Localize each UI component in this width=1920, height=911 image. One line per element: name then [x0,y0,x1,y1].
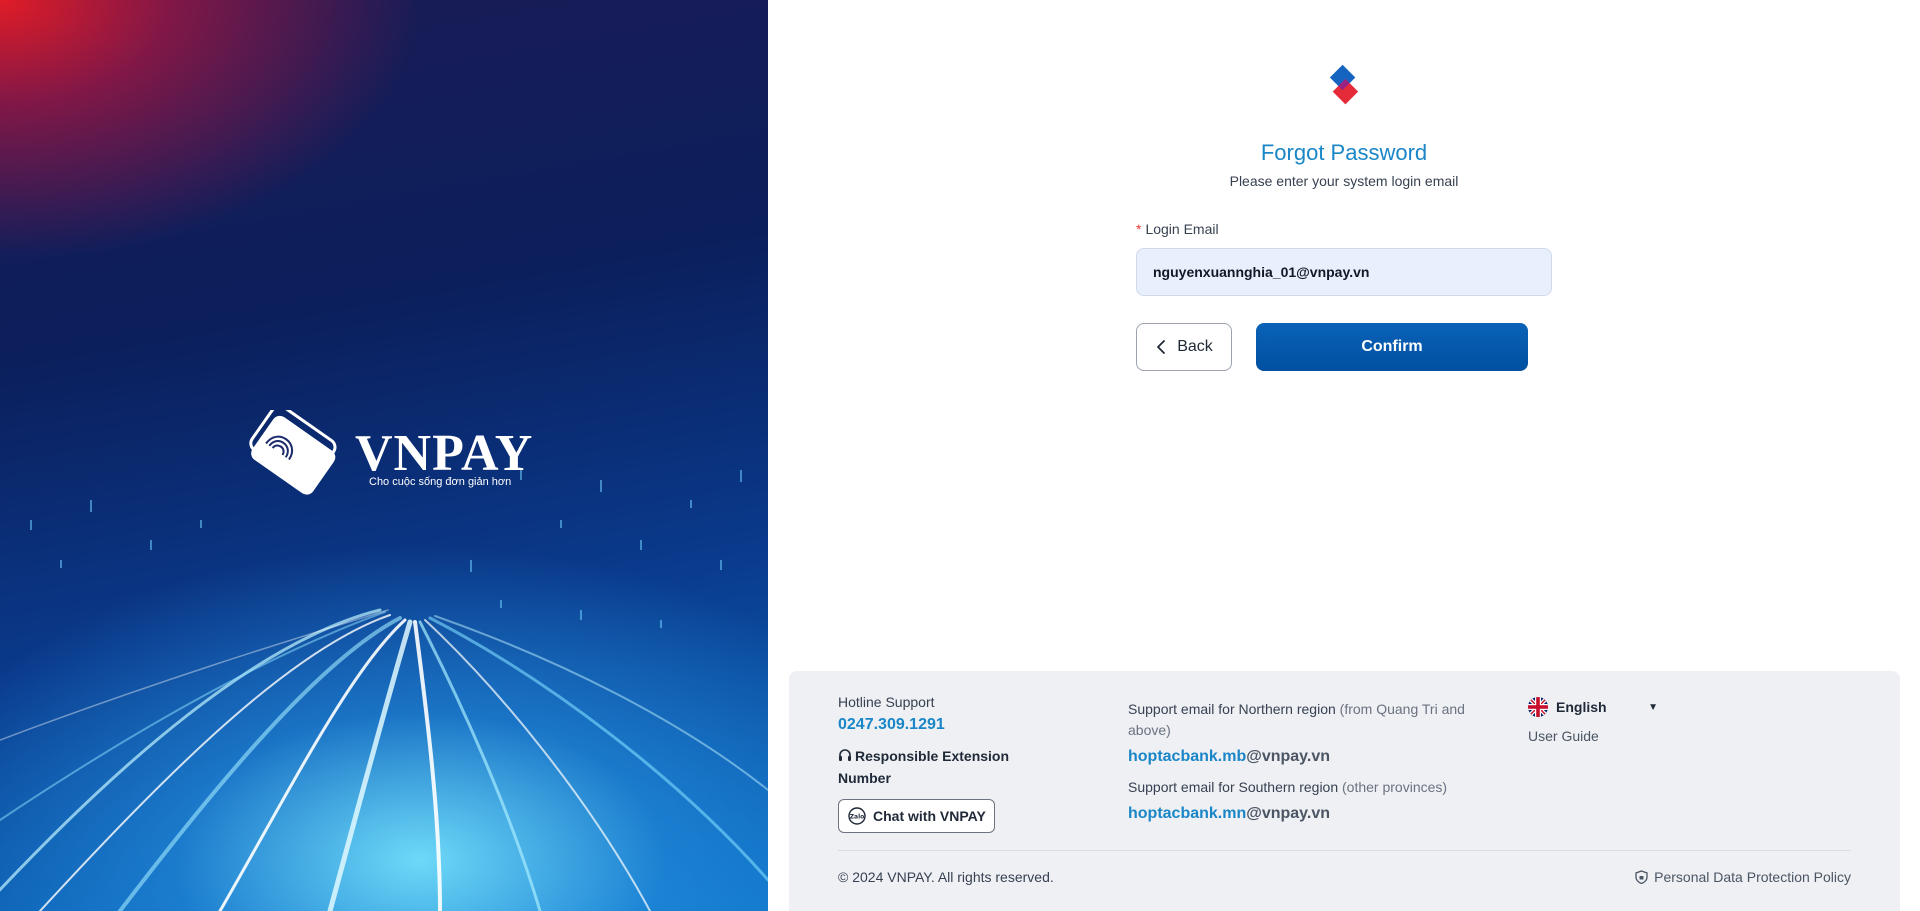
fingerprint-card-icon [249,410,337,495]
footer: Hotline Support 0247.309.1291 Responsibl… [789,671,1900,911]
chevron-left-icon [1157,340,1166,354]
south-email-user: hoptacbank.mn [1128,805,1247,822]
shield-icon [1635,870,1648,884]
page-title: Forgot Password [1260,140,1428,165]
hero-panel: VNPAY Cho cuộc sống đơn giản hơn [0,0,768,911]
zalo-icon: Zalo [848,807,866,825]
north-support-label-text: Support email for Northern region [1128,701,1336,717]
uk-flag-icon [1528,697,1548,717]
south-support-email[interactable]: hoptacbank.mn@vnpay.vn [1128,805,1330,823]
chat-button-label: Chat with VNPAY [873,808,986,824]
language-label: English [1556,699,1607,715]
extension-label-text: Responsible Extension Number [838,748,1010,786]
required-mark: * [1136,221,1142,237]
vnpay-logo-icon [1329,64,1359,105]
south-support-label: Support email for Southern region (other… [1128,779,1447,795]
south-support-label-text: Support email for Southern region [1128,779,1339,795]
email-label-text: Login Email [1145,221,1219,237]
hotline-number[interactable]: 0247.309.1291 [838,716,945,734]
south-support-note: (other provinces) [1342,779,1448,795]
language-selector[interactable]: English ▼ [1528,697,1658,717]
north-email-domain: @vnpay.vn [1246,748,1331,765]
user-guide-link[interactable]: User Guide [1528,728,1599,744]
brand-wordmark: VNPAY [355,425,534,482]
north-support-email[interactable]: hoptacbank.mb@vnpay.vn [1128,748,1330,766]
footer-divider [838,850,1851,851]
vnpay-brand-logo: VNPAY Cho cuộc sống đơn giản hơn [240,410,534,500]
extension-label: Responsible Extension Number [838,745,1038,789]
chat-with-vnpay-button[interactable]: Zalo Chat with VNPAY [838,799,995,833]
copyright: © 2024 VNPAY. All rights reserved. [838,869,1054,885]
brand-tagline: Cho cuộc sống đơn giản hơn [369,476,512,488]
zalo-icon-text: Zalo [850,814,865,821]
north-email-user: hoptacbank.mb [1128,748,1247,765]
hotline-label: Hotline Support [838,694,935,710]
email-field[interactable] [1136,248,1552,296]
privacy-policy-link[interactable]: Personal Data Protection Policy [1635,869,1851,885]
headphones-icon [839,749,851,761]
email-label: * Login Email [1136,221,1219,237]
back-button-label: Back [1177,338,1213,355]
back-button[interactable]: Back [1136,323,1232,371]
page-subtitle: Please enter your system login email [1229,173,1459,189]
north-support-label: Support email for Northern region (from … [1128,699,1498,741]
confirm-button[interactable]: Confirm [1256,323,1528,371]
south-email-domain: @vnpay.vn [1246,805,1331,822]
caret-down-icon: ▼ [1648,701,1658,713]
policy-label: Personal Data Protection Policy [1654,869,1851,885]
